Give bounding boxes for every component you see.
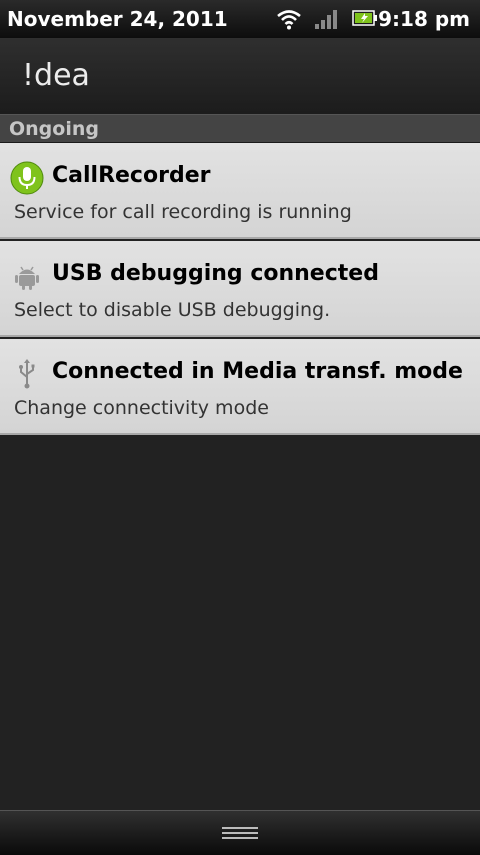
notification-callrecorder[interactable]: CallRecorder Service for call recording … [0, 143, 480, 239]
usb-icon [19, 359, 35, 389]
carrier-name: !dea [22, 58, 90, 93]
drag-handle-icon[interactable] [222, 825, 258, 841]
battery-charging-icon [352, 10, 377, 26]
notification-text: Change connectivity mode [14, 397, 269, 419]
notification-connectivity-mode[interactable]: Connected in Media transf. mode Change c… [0, 339, 480, 435]
notification-title: USB debugging connected [52, 261, 379, 286]
section-header: Ongoing [0, 114, 480, 143]
notification-panel-handle[interactable] [0, 810, 480, 855]
wifi-icon [277, 10, 301, 30]
signal-icon [315, 10, 337, 29]
status-time: 9:18 pm [378, 7, 470, 31]
android-icon [15, 266, 39, 290]
notification-title: Connected in Media transf. mode [52, 359, 463, 384]
notification-text: Select to disable USB debugging. [14, 299, 331, 321]
status-bar: November 24, 2011 9:18 pm [0, 0, 480, 38]
microphone-icon [10, 161, 44, 195]
notification-usb-debugging[interactable]: USB debugging connected Select to disabl… [0, 241, 480, 337]
notification-title: CallRecorder [52, 163, 211, 188]
carrier-bar: !dea [0, 38, 480, 115]
section-title: Ongoing [9, 118, 99, 140]
status-date: November 24, 2011 [7, 7, 228, 31]
notification-text: Service for call recording is running [14, 201, 352, 223]
